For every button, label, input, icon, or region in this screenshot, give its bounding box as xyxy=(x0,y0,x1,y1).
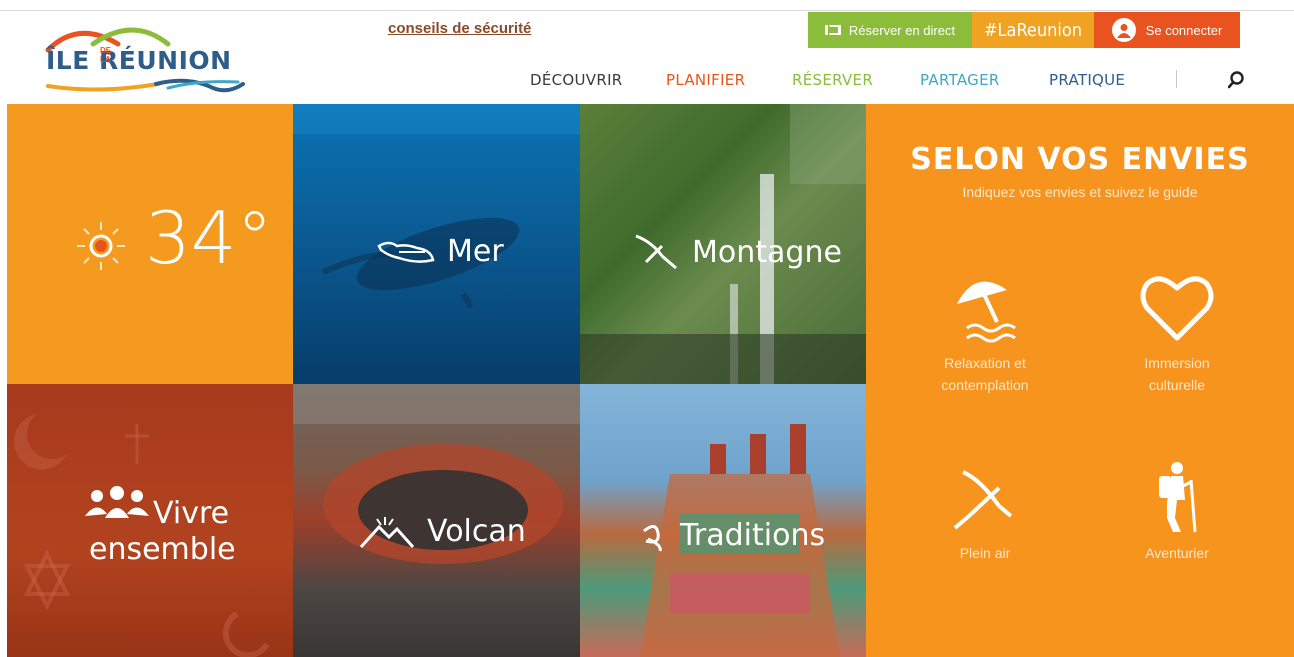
envie-aventurier[interactable]: Aventurier xyxy=(1092,460,1262,564)
reserve-direct-label: Réserver en direct xyxy=(848,22,956,38)
nav-partager[interactable]: PARTAGER xyxy=(920,71,1000,89)
envie-relaxation-line2: contemplation xyxy=(941,377,1029,393)
people-icon xyxy=(85,484,149,523)
hiker-icon xyxy=(1159,462,1197,533)
envie-plein-air-label: Plein air xyxy=(959,545,1011,561)
login-label: Se connecter xyxy=(1145,22,1223,38)
nav-label: PARTAGER xyxy=(920,71,1000,89)
reserve-direct-button[interactable]: Réserver en direct xyxy=(808,12,972,48)
envie-aventurier-label: Aventurier xyxy=(1145,545,1209,561)
nav-divider xyxy=(1176,70,1177,88)
tile-traditions-label: Traditions xyxy=(680,518,826,553)
envies-panel: SELON VOS ENVIES Indiquez vos envies et … xyxy=(866,104,1294,657)
paraglider-icon xyxy=(635,234,677,270)
login-button[interactable]: Se connecter xyxy=(1094,12,1240,48)
tile-mer[interactable]: Mer xyxy=(293,104,580,384)
beach-umbrella-icon xyxy=(957,281,1016,343)
tile-montagne-label-group: Montagne xyxy=(632,232,842,272)
nav-label: PLANIFIER xyxy=(666,71,746,89)
top-border xyxy=(0,10,1294,11)
nav-planifier[interactable]: PLANIFIER xyxy=(666,71,745,89)
envies-title: SELON VOS ENVIES xyxy=(910,142,1250,177)
tile-mer-label-group: Mer xyxy=(377,234,504,269)
tile-vivre-label-line2: ensemble xyxy=(89,532,236,567)
tile-traditions-label-group: Traditions xyxy=(638,518,825,553)
envie-relaxation-line1: Relaxation et xyxy=(944,355,1026,371)
tile-volcan[interactable]: Volcan xyxy=(293,384,580,657)
tile-montagne-label: Montagne xyxy=(692,234,842,270)
om-symbol-icon xyxy=(643,524,662,551)
nav-pratique[interactable]: PRATIQUE xyxy=(1049,71,1125,89)
nav-label: RÉSERVER xyxy=(792,71,874,89)
whale-icon xyxy=(377,241,435,263)
sun-icon xyxy=(73,218,129,279)
envie-plein-air[interactable]: Plein air xyxy=(900,466,1070,564)
tile-montagne[interactable]: Montagne xyxy=(580,104,866,384)
ticket-icon xyxy=(824,24,841,36)
paraglider-icon xyxy=(953,470,1013,530)
safety-advice-link[interactable]: conseils de sécurité xyxy=(388,20,531,37)
language-flag-fr[interactable] xyxy=(1254,22,1280,38)
nav-reserver[interactable]: RÉSERVER xyxy=(792,71,873,89)
hashtag-label: #LaReunion xyxy=(983,19,1083,41)
envie-immersion[interactable]: Immersion culturelle xyxy=(1092,270,1262,396)
envies-subtitle: Indiquez vos envies et suivez le guide xyxy=(962,184,1198,200)
site-logo[interactable]: ÎLE RÉUNION DE LA xyxy=(38,22,248,98)
envie-immersion-line1: Immersion xyxy=(1144,355,1210,371)
heart-icon xyxy=(1140,276,1214,341)
nav-label: PRATIQUE xyxy=(1049,71,1126,89)
tile-vivre-label-line1: Vivre xyxy=(153,496,230,531)
weather-tile: 34° xyxy=(7,104,293,384)
envie-relaxation[interactable]: Relaxation et contemplation xyxy=(900,270,1070,396)
tile-traditions[interactable]: Traditions xyxy=(580,384,866,657)
volcano-icon xyxy=(359,516,415,548)
user-icon xyxy=(1111,18,1136,42)
nav-label: DÉCOUVRIR xyxy=(530,71,623,89)
tile-volcan-label-group: Volcan xyxy=(359,514,526,549)
hashtag-link[interactable]: #LaReunion xyxy=(972,12,1094,48)
search-icon[interactable] xyxy=(1227,70,1248,90)
logo-text: ÎLE RÉUNION xyxy=(46,46,232,75)
envie-immersion-line2: culturelle xyxy=(1148,377,1206,393)
tile-vivre-ensemble[interactable]: Vivre ensemble xyxy=(7,384,293,657)
tile-volcan-label: Volcan xyxy=(427,514,526,549)
nav-decouvrir[interactable]: DÉCOUVRIR xyxy=(530,71,623,89)
logo-small-text: DE LA xyxy=(100,46,112,64)
tile-mer-label: Mer xyxy=(447,234,504,269)
temperature-value: 34° xyxy=(145,196,273,280)
religious-symbols-background xyxy=(13,414,270,657)
